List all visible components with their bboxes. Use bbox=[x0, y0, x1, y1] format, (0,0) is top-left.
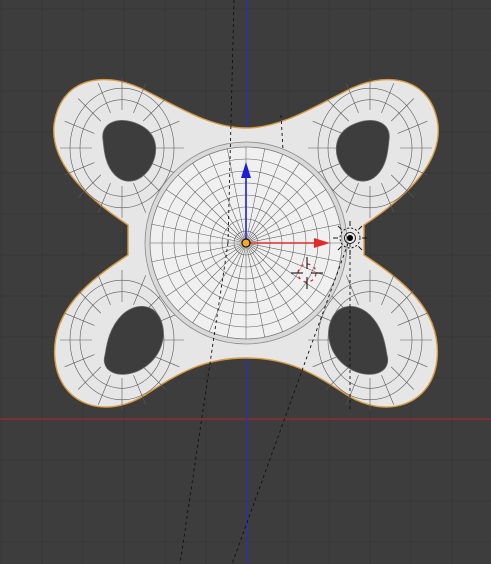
3d-viewport[interactable] bbox=[0, 0, 491, 564]
object-origin-icon[interactable] bbox=[241, 238, 251, 248]
viewport-canvas[interactable] bbox=[0, 0, 491, 564]
